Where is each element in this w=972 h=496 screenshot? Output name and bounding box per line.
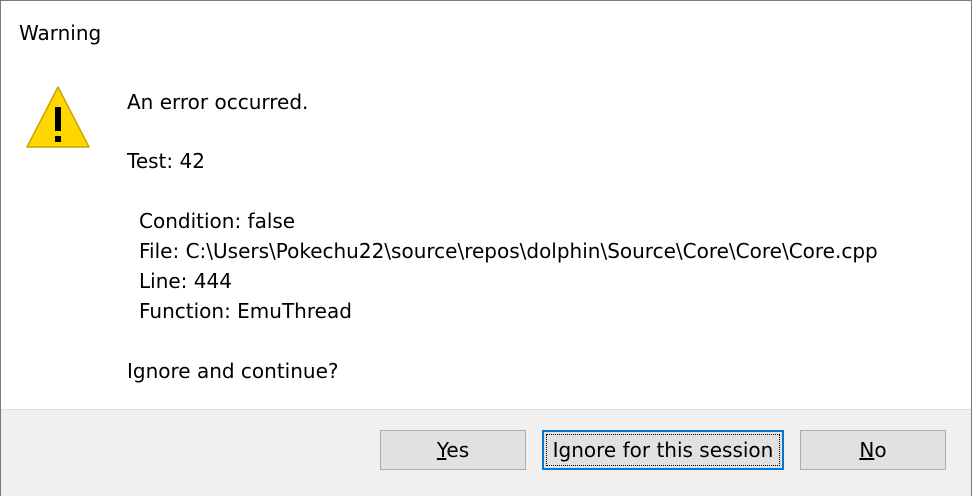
question-text: Ignore and continue? <box>127 359 339 383</box>
no-label-rest: o <box>874 438 887 462</box>
line-number: Line: 444 <box>139 269 232 293</box>
button-bar: Yes Ignore for this session No <box>1 409 971 496</box>
error-message: An error occurred. <box>127 90 309 114</box>
function-line: Function: EmuThread <box>139 299 352 323</box>
yes-mnemonic: Y <box>436 438 447 462</box>
warning-dialog: Warning An error occurred. Test: 42 Cond… <box>0 0 972 496</box>
yes-label-rest: es <box>446 438 470 462</box>
test-line: Test: 42 <box>127 149 205 173</box>
ignore-session-label: Ignore for this session <box>552 438 774 462</box>
dialog-title: Warning <box>19 21 102 45</box>
yes-button[interactable]: Yes <box>380 430 526 470</box>
no-mnemonic: N <box>859 438 875 462</box>
no-button[interactable]: No <box>800 430 946 470</box>
warning-triangle-icon <box>26 86 90 148</box>
condition-line: Condition: false <box>139 209 296 233</box>
file-line: File: C:\Users\Pokechu22\source\repos\do… <box>139 239 878 263</box>
ignore-session-button[interactable]: Ignore for this session <box>542 430 784 470</box>
